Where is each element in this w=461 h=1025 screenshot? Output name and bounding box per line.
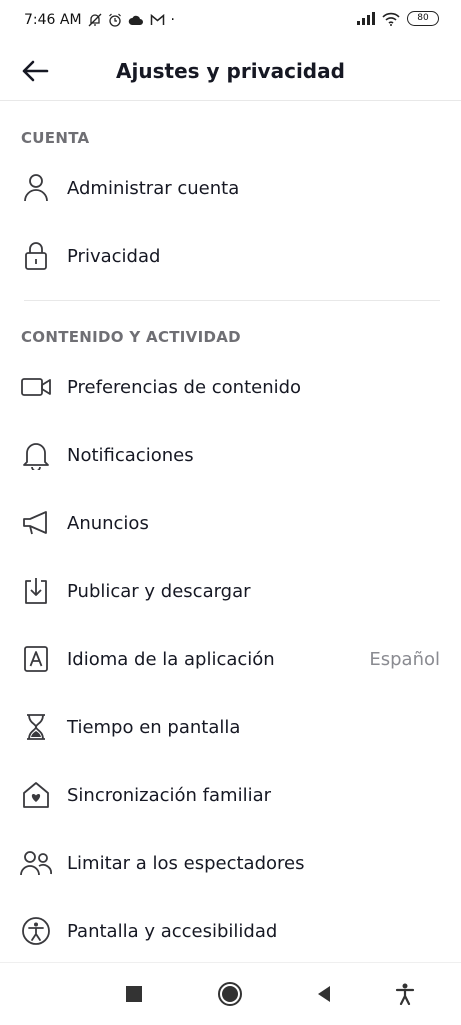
bell-icon	[19, 438, 53, 472]
system-nav-bar	[0, 962, 461, 1025]
settings-item-manage-account[interactable]: Administrar cuenta	[0, 160, 461, 216]
alarm-icon	[108, 13, 121, 27]
video-camera-icon	[19, 370, 53, 404]
settings-item-notifications[interactable]: Notificaciones	[0, 427, 461, 483]
settings-item-label: Idioma de la aplicación	[67, 648, 275, 670]
settings-item-label: Publicar y descargar	[67, 580, 251, 602]
settings-item-display-accessibility[interactable]: Pantalla y accesibilidad	[0, 903, 461, 959]
signal-icon	[357, 12, 375, 25]
settings-item-label: Anuncios	[67, 512, 149, 534]
settings-item-family-pairing[interactable]: Sincronización familiar	[0, 767, 461, 823]
language-icon	[19, 642, 53, 676]
settings-item-value: Español	[369, 648, 440, 670]
section-divider	[24, 300, 440, 301]
hourglass-icon	[19, 710, 53, 744]
settings-item-label: Limitar a los espectadores	[67, 852, 305, 874]
home-circle-icon[interactable]	[215, 979, 245, 1009]
settings-item-label: Privacidad	[67, 245, 161, 267]
gmail-icon	[150, 14, 164, 25]
header: Ajustes y privacidad	[0, 44, 461, 101]
settings-item-privacy[interactable]: Privacidad	[0, 228, 461, 284]
settings-item-label: Administrar cuenta	[67, 177, 240, 199]
download-icon	[19, 574, 53, 608]
wifi-icon	[382, 12, 400, 26]
settings-item-screen-time[interactable]: Tiempo en pantalla	[0, 699, 461, 755]
settings-item-label: Sincronización familiar	[67, 784, 272, 806]
settings-item-label: Pantalla y accesibilidad	[67, 920, 278, 942]
person-icon	[19, 171, 53, 205]
accessibility-icon	[19, 914, 53, 948]
settings-item-label: Preferencias de contenido	[67, 376, 302, 398]
battery-indicator: 80	[407, 11, 439, 26]
lock-icon	[19, 239, 53, 273]
bell-off-icon	[88, 13, 102, 27]
page-title: Ajustes y privacidad	[116, 59, 345, 83]
status-dot: ·	[170, 12, 175, 28]
square-icon[interactable]	[119, 979, 149, 1009]
status-left: 7:46 AM ·	[24, 12, 175, 28]
settings-item-publish-download[interactable]: Publicar y descargar	[0, 563, 461, 619]
people-icon	[19, 846, 53, 880]
settings-item-content-preferences[interactable]: Preferencias de contenido	[0, 359, 461, 415]
accessibility-person-icon[interactable]	[390, 979, 420, 1009]
settings-item-app-language[interactable]: Idioma de la aplicación Español	[0, 631, 461, 687]
settings-item-ads[interactable]: Anuncios	[0, 495, 461, 551]
back-triangle-icon[interactable]	[309, 979, 339, 1009]
settings-item-label: Tiempo en pantalla	[67, 716, 241, 738]
family-house-icon	[19, 778, 53, 812]
section-title-content-activity: CONTENIDO Y ACTIVIDAD	[21, 328, 241, 346]
settings-item-label: Notificaciones	[67, 444, 194, 466]
section-title-account: CUENTA	[21, 129, 90, 147]
settings-item-limit-viewers[interactable]: Limitar a los espectadores	[0, 835, 461, 891]
status-time: 7:46 AM	[24, 12, 82, 28]
cloud-icon	[128, 15, 143, 25]
megaphone-icon	[19, 506, 53, 540]
status-right: 80	[357, 11, 439, 26]
status-bar: 7:46 AM · 80	[0, 0, 461, 44]
